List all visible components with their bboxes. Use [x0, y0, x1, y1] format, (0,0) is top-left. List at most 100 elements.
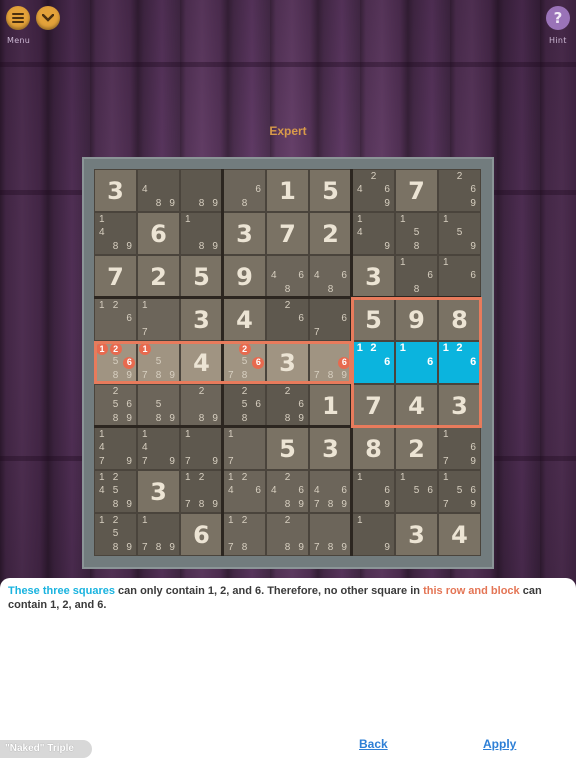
cell-r2c6[interactable]: 2	[310, 213, 351, 254]
cell-r3c8[interactable]: 1 68	[396, 256, 437, 297]
collapse-button[interactable]	[36, 6, 60, 30]
cell-r6c3[interactable]: 2 89	[181, 385, 222, 426]
cell-r4c6[interactable]: 67	[310, 299, 351, 340]
cell-r9c4[interactable]: 12 78	[224, 514, 265, 555]
cell-r3c9[interactable]: 16	[439, 256, 480, 297]
cell-r3c4[interactable]: 9	[224, 256, 265, 297]
cell-r9c6[interactable]: 789	[310, 514, 351, 555]
cell-r1c9[interactable]: 26 9	[439, 170, 480, 211]
cell-r8c7[interactable]: 1 6 9	[353, 471, 394, 512]
cell-r5c9[interactable]: 126	[439, 342, 480, 383]
cell-value: 4	[408, 391, 425, 420]
candidate: 1	[357, 514, 363, 526]
cell-r5c6[interactable]: 6 789	[310, 342, 351, 383]
cell-r8c9[interactable]: 156 7 9	[439, 471, 480, 512]
cell-r6c9[interactable]: 3	[439, 385, 480, 426]
cell-r3c5[interactable]: 4 68	[267, 256, 308, 297]
cell-r3c1[interactable]: 7	[95, 256, 136, 297]
cell-r3c6[interactable]: 4 68	[310, 256, 351, 297]
cell-r6c6[interactable]: 1	[310, 385, 351, 426]
cell-r5c1[interactable]: 125689	[95, 342, 136, 383]
cell-r8c4[interactable]: 126 4	[224, 471, 265, 512]
cell-value: 1	[279, 176, 296, 205]
cell-r9c3[interactable]: 6	[181, 514, 222, 555]
cell-r4c5[interactable]: 26	[267, 299, 308, 340]
cell-r5c8[interactable]: 16	[396, 342, 437, 383]
cell-r7c7[interactable]: 8	[353, 428, 394, 469]
cell-r1c5[interactable]: 1	[267, 170, 308, 211]
cell-r4c3[interactable]: 3	[181, 299, 222, 340]
cell-r8c6[interactable]: 4 6 789	[310, 471, 351, 512]
cell-r8c1[interactable]: 1245 89	[95, 471, 136, 512]
cell-r7c4[interactable]: 17	[224, 428, 265, 469]
cell-r3c7[interactable]: 3	[353, 256, 394, 297]
cell-r6c4[interactable]: 2 568	[224, 385, 265, 426]
cell-r3c3[interactable]: 5	[181, 256, 222, 297]
cell-r9c8[interactable]: 3	[396, 514, 437, 555]
cell-r4c7[interactable]: 5	[353, 299, 394, 340]
cell-r4c4[interactable]: 4	[224, 299, 265, 340]
candidate: 1	[99, 299, 105, 311]
cell-r5c3[interactable]: 4	[181, 342, 222, 383]
back-button[interactable]: Back	[359, 737, 388, 751]
cell-r6c8[interactable]: 4	[396, 385, 437, 426]
candidate: 9	[126, 542, 132, 554]
cell-value: 3	[451, 391, 468, 420]
menu-button[interactable]	[6, 6, 30, 30]
candidate: 5	[112, 528, 119, 540]
cell-r1c2[interactable]: 489	[138, 170, 179, 211]
cell-r2c8[interactable]: 15 8	[396, 213, 437, 254]
cell-r1c6[interactable]: 5	[310, 170, 351, 211]
cell-r6c5[interactable]: 2689	[267, 385, 308, 426]
cell-r7c2[interactable]: 1 4 7 9	[138, 428, 179, 469]
cell-r1c3[interactable]: 89	[181, 170, 222, 211]
hint-button[interactable]: ?	[546, 6, 570, 30]
cell-r7c5[interactable]: 5	[267, 428, 308, 469]
cell-r2c5[interactable]: 7	[267, 213, 308, 254]
cell-r4c9[interactable]: 8	[439, 299, 480, 340]
cell-r8c5[interactable]: 24 689	[267, 471, 308, 512]
cell-r2c2[interactable]: 6	[138, 213, 179, 254]
cell-r2c9[interactable]: 159	[439, 213, 480, 254]
candidate: 6	[427, 270, 433, 282]
cell-r8c3[interactable]: 12 789	[181, 471, 222, 512]
cell-r8c2[interactable]: 3	[138, 471, 179, 512]
cell-r5c7[interactable]: 126	[353, 342, 394, 383]
cell-r8c8[interactable]: 156	[396, 471, 437, 512]
cell-r5c4[interactable]: 256 78	[224, 342, 265, 383]
cell-r7c3[interactable]: 1 7 9	[181, 428, 222, 469]
cell-r9c5[interactable]: 2 89	[267, 514, 308, 555]
candidate: 6	[341, 270, 347, 282]
cell-r9c7[interactable]: 19	[353, 514, 394, 555]
cell-r7c8[interactable]: 2	[396, 428, 437, 469]
candidate: 7	[99, 456, 105, 468]
candidate: 1	[443, 213, 449, 225]
cell-r4c1[interactable]: 126	[95, 299, 136, 340]
cell-r1c4[interactable]: 68	[224, 170, 265, 211]
cell-r2c7[interactable]: 1 4 9	[353, 213, 394, 254]
cell-r4c8[interactable]: 9	[396, 299, 437, 340]
cell-r7c6[interactable]: 3	[310, 428, 351, 469]
cell-r2c1[interactable]: 1 489	[95, 213, 136, 254]
apply-button[interactable]: Apply	[483, 737, 516, 751]
cell-r2c3[interactable]: 1 89	[181, 213, 222, 254]
cell-r7c1[interactable]: 1 4 9 7	[95, 428, 136, 469]
hint-label: Hint	[549, 36, 567, 45]
cell-r3c2[interactable]: 2	[138, 256, 179, 297]
cell-r1c8[interactable]: 7	[396, 170, 437, 211]
cell-r5c5[interactable]: 3	[267, 342, 308, 383]
cell-r6c1[interactable]: 2 5689	[95, 385, 136, 426]
cell-r4c2[interactable]: 17	[138, 299, 179, 340]
cell-r9c9[interactable]: 4	[439, 514, 480, 555]
cell-r1c7[interactable]: 24 6 9	[353, 170, 394, 211]
cell-r9c1[interactable]: 12 5 89	[95, 514, 136, 555]
candidate: 8	[112, 370, 119, 382]
cell-r1c1[interactable]: 3	[95, 170, 136, 211]
cell-r9c2[interactable]: 1789	[138, 514, 179, 555]
cell-r2c4[interactable]: 3	[224, 213, 265, 254]
cell-r7c9[interactable]: 1679	[439, 428, 480, 469]
cell-r6c2[interactable]: 5 89	[138, 385, 179, 426]
cell-r6c7[interactable]: 7	[353, 385, 394, 426]
cell-r5c2[interactable]: 15789	[138, 342, 179, 383]
candidate: 8	[327, 284, 334, 296]
